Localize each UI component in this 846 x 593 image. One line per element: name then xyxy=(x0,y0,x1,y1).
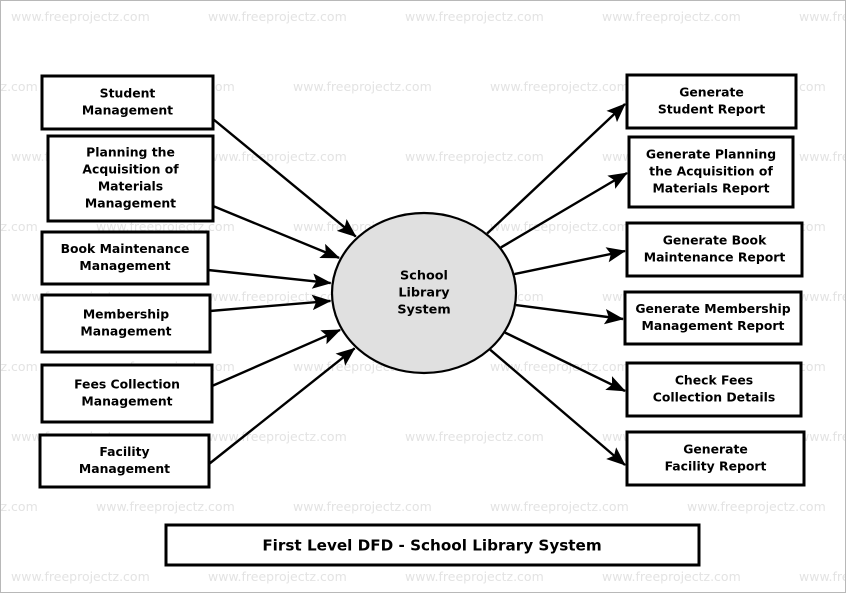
output-node-generate-planning-acquisition-materials-report[interactable]: Generate Planning the Acquisition of Mater… xyxy=(627,135,795,209)
flow-arrow-input-facility-management xyxy=(208,347,356,465)
output-entity-group: Generate Student Report Generate Planning t… xyxy=(623,73,806,487)
process-node-school-library-system[interactable]: School Library System xyxy=(330,211,518,375)
dfd-canvas: Student Management Planning the Acquisition… xyxy=(38,73,806,567)
output-node-generate-membership-management-report[interactable]: Generate Membership Management Report xyxy=(623,290,803,346)
input-node-planning-acquisition-materials-management[interactable]: Planning the Acquisition of Materials Manag… xyxy=(46,134,215,223)
entity-label-line-2: Acquisition of xyxy=(82,162,179,177)
entity-label-line-1: Generate xyxy=(679,85,744,100)
entity-label-line-2: Student Report xyxy=(658,102,765,117)
entity-label-line-2: Management xyxy=(81,394,172,409)
entity-label-line-1: Membership xyxy=(83,307,169,322)
entity-label-line-1: Generate Planning xyxy=(646,147,776,162)
entity-label-line-2: Maintenance Report xyxy=(644,250,786,265)
flow-arrow-input-fees-collection-management xyxy=(211,328,341,388)
input-entity-group: Student Management Planning the Acquisition… xyxy=(38,74,215,489)
diagram-title-bar: First Level DFD - School Library System xyxy=(164,523,701,567)
process-label-line-3: System xyxy=(397,303,450,318)
dfd-page: www.freeprojectz.com www.freeprojectz.com… xyxy=(0,0,846,593)
entity-label-line-1: Student xyxy=(100,86,156,101)
flow-arrow-input-planning-acquisition-materials-management xyxy=(212,204,340,259)
entity-label-line-3: Materials xyxy=(98,179,163,194)
input-node-facility-management[interactable]: Facility Management xyxy=(38,433,211,489)
entity-label-line-1: Generate Book xyxy=(663,233,767,248)
input-node-membership-management[interactable]: Membership Management xyxy=(40,293,212,354)
entity-label-line-2: Management xyxy=(82,103,173,118)
output-node-generate-student-report[interactable]: Generate Student Report xyxy=(625,73,798,130)
flow-arrow-input-student-management xyxy=(212,118,357,238)
process-label-line-2: Library xyxy=(398,286,450,301)
entity-label-line-1: Generate Membership xyxy=(635,301,790,316)
entity-label-line-1: Fees Collection xyxy=(74,377,180,392)
process-label-line-1: School xyxy=(400,269,448,284)
flow-arrow-output-generate-membership-management-report xyxy=(515,303,624,325)
entity-label-line-2: Management xyxy=(79,461,170,476)
flow-arrow-output-check-fees-collection-details xyxy=(504,331,626,393)
entity-label-line-2: Collection Details xyxy=(653,390,776,405)
entity-label-line-1: Check Fees xyxy=(675,373,753,388)
output-node-generate-book-maintenance-report[interactable]: Generate Book Maintenance Report xyxy=(625,221,804,278)
diagram-title-text: First Level DFD - School Library System xyxy=(262,537,601,555)
entity-label-line-1: Facility xyxy=(99,444,149,459)
flow-arrow-input-membership-management xyxy=(209,294,332,313)
entity-label-line-2: the Acquisition of xyxy=(649,164,773,179)
entity-label-line-1: Book Maintenance xyxy=(61,241,190,256)
entity-label-line-1: Generate xyxy=(683,442,748,457)
entity-label-line-2: Management Report xyxy=(642,318,785,333)
flow-arrow-output-generate-facility-report xyxy=(489,348,626,466)
entity-label-line-2: Management xyxy=(80,324,171,339)
input-node-student-management[interactable]: Student Management xyxy=(40,74,215,131)
entity-label-line-2: Facility Report xyxy=(665,459,767,474)
input-node-book-maintenance-management[interactable]: Book Maintenance Management xyxy=(40,230,210,286)
flow-arrow-output-generate-book-maintenance-report xyxy=(514,247,626,276)
entity-label-line-2: Management xyxy=(79,258,170,273)
entity-label-line-3: Materials Report xyxy=(652,181,769,196)
flow-arrow-output-generate-planning-acquisition-materials-report xyxy=(500,171,628,249)
output-node-generate-facility-report[interactable]: Generate Facility Report xyxy=(625,430,806,487)
entity-label-line-1: Planning the xyxy=(86,145,175,160)
output-node-check-fees-collection-details[interactable]: Check Fees Collection Details xyxy=(625,361,803,418)
dfd-diagram: Student Management Planning the Acquisition… xyxy=(1,1,845,592)
flow-arrow-input-book-maintenance-management xyxy=(207,268,332,289)
input-node-fees-collection-management[interactable]: Fees Collection Management xyxy=(40,363,214,424)
entity-label-line-4: Management xyxy=(85,196,176,211)
